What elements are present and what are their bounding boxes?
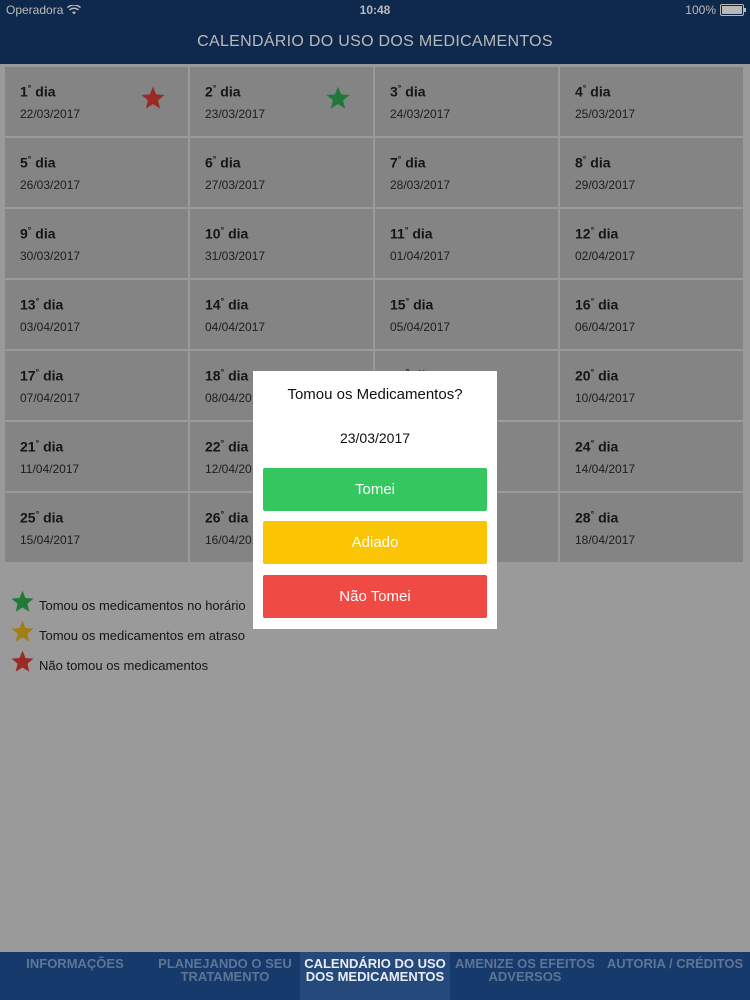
tab-0[interactable]: INFORMAÇÕES [0, 952, 150, 1000]
postponed-button[interactable]: Adiado [263, 521, 487, 564]
dialog-title: Tomou os Medicamentos? [287, 386, 463, 403]
tab-1[interactable]: PLANEJANDO O SEU TRATAMENTO [150, 952, 300, 1000]
taken-button[interactable]: Tomei [263, 468, 487, 511]
tab-bar: INFORMAÇÕES PLANEJANDO O SEU TRATAMENTO CA… [0, 952, 750, 1000]
tab-2[interactable]: CALENDÁRIO DO USO DOS MEDICAMENTOS [300, 952, 450, 1000]
tab-3[interactable]: AMENIZE OS EFEITOS ADVERSOS [450, 952, 600, 1000]
not-taken-button[interactable]: Não Tomei [263, 575, 487, 618]
medication-dialog: Tomou os Medicamentos? 23/03/2017 Tomei … [253, 371, 497, 629]
tab-4[interactable]: AUTORIA / CRÉDITOS [600, 952, 750, 1000]
dialog-date: 23/03/2017 [339, 430, 411, 446]
